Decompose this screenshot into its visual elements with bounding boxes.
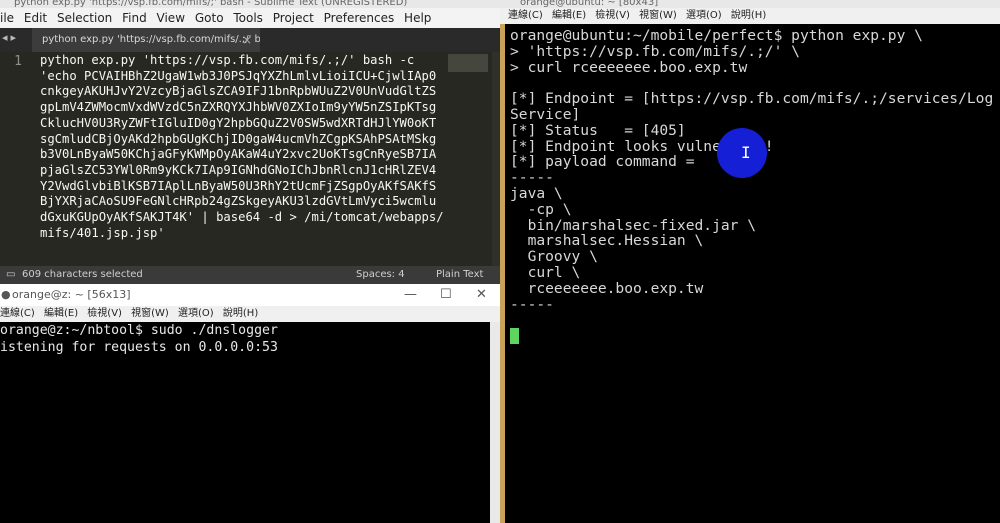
- menu-window[interactable]: 視窗(W): [639, 10, 677, 21]
- terminal-cursor: [510, 328, 519, 344]
- menu-help[interactable]: Help: [404, 11, 431, 25]
- maximize-icon[interactable]: ☐: [440, 284, 452, 306]
- menu-edit[interactable]: 編輯(E): [44, 308, 78, 319]
- dns-terminal-output: orange@z:~/nbtool$ sudo ./dnslogger iste…: [0, 323, 278, 355]
- menu-view[interactable]: 檢視(V): [595, 10, 630, 21]
- menu-help[interactable]: 說明(H): [223, 308, 258, 319]
- text-cursor-icon: I: [741, 143, 751, 162]
- line-number-gutter: 1: [0, 52, 34, 266]
- menu-view[interactable]: 檢視(V): [87, 308, 122, 319]
- menu-connect[interactable]: 連線(C): [508, 10, 543, 21]
- menu-view[interactable]: View: [157, 11, 185, 25]
- tab-nav-arrows-icon[interactable]: ◂▸: [2, 31, 19, 44]
- close-icon[interactable]: ✕: [476, 284, 487, 306]
- menu-tools[interactable]: Tools: [233, 11, 263, 25]
- status-syntax[interactable]: Plain Text: [436, 266, 483, 284]
- main-terminal-menu-bar: 連線(C) 編輯(E) 檢視(V) 視窗(W) 選項(O) 說明(H): [500, 8, 1000, 24]
- terminal-app-icon: ●: [1, 288, 11, 301]
- line-number: 1: [14, 54, 22, 69]
- main-terminal-title: orange@ubuntu: ~ [80x43]: [520, 0, 659, 8]
- dns-terminal-title-bar: ● orange@z: ~ [56x13] — ☐ ✕: [0, 284, 500, 306]
- menu-options[interactable]: 選項(O): [178, 308, 214, 319]
- menu-window[interactable]: 視窗(W): [131, 308, 169, 319]
- dns-terminal-title: orange@z: ~ [56x13]: [12, 288, 131, 301]
- tab-close-icon[interactable]: ×: [242, 33, 252, 47]
- menu-edit[interactable]: 編輯(E): [552, 10, 586, 21]
- menu-help[interactable]: 說明(H): [731, 10, 766, 21]
- menu-options[interactable]: 選項(O): [686, 10, 722, 21]
- main-terminal-title-bar: orange@ubuntu: ~ [80x43]: [500, 0, 1000, 8]
- tab-label: python exp.py 'https://vsp.fb.com/mifs/.…: [42, 34, 260, 45]
- minimize-icon[interactable]: —: [404, 284, 417, 306]
- status-selection: 609 characters selected: [22, 269, 143, 280]
- menu-goto[interactable]: Goto: [195, 11, 224, 25]
- status-bar: ▭ 609 characters selected Spaces: 4 Plai…: [0, 266, 500, 284]
- menu-find[interactable]: Find: [122, 11, 147, 25]
- menu-edit[interactable]: Edit: [24, 11, 47, 25]
- dns-terminal-menu-bar: 連線(C) 編輯(E) 檢視(V) 視窗(W) 選項(O) 說明(H): [0, 306, 500, 322]
- menu-project[interactable]: Project: [273, 11, 314, 25]
- status-indent[interactable]: Spaces: 4: [356, 266, 405, 284]
- dns-terminal-scrollbar[interactable]: [490, 322, 500, 523]
- editor-code-text[interactable]: python exp.py 'https://vsp.fb.com/mifs/.…: [40, 53, 452, 241]
- menu-selection[interactable]: Selection: [57, 11, 112, 25]
- tab-exp-command[interactable]: python exp.py 'https://vsp.fb.com/mifs/.…: [32, 28, 260, 52]
- sublime-menu-bar: ile Edit Selection Find View Goto Tools …: [0, 8, 500, 28]
- menu-file[interactable]: ile: [0, 11, 14, 25]
- minimap[interactable]: [448, 54, 488, 72]
- menu-connect[interactable]: 連線(C): [0, 308, 35, 319]
- menu-preferences[interactable]: Preferences: [324, 11, 395, 25]
- sublime-title-bar: python exp.py 'https://vsp.fb.com/mifs/;…: [0, 0, 500, 8]
- editor-scrollbar[interactable]: [492, 52, 500, 266]
- status-panel-icon[interactable]: ▭: [6, 266, 15, 284]
- window-title: python exp.py 'https://vsp.fb.com/mifs/;…: [14, 0, 408, 8]
